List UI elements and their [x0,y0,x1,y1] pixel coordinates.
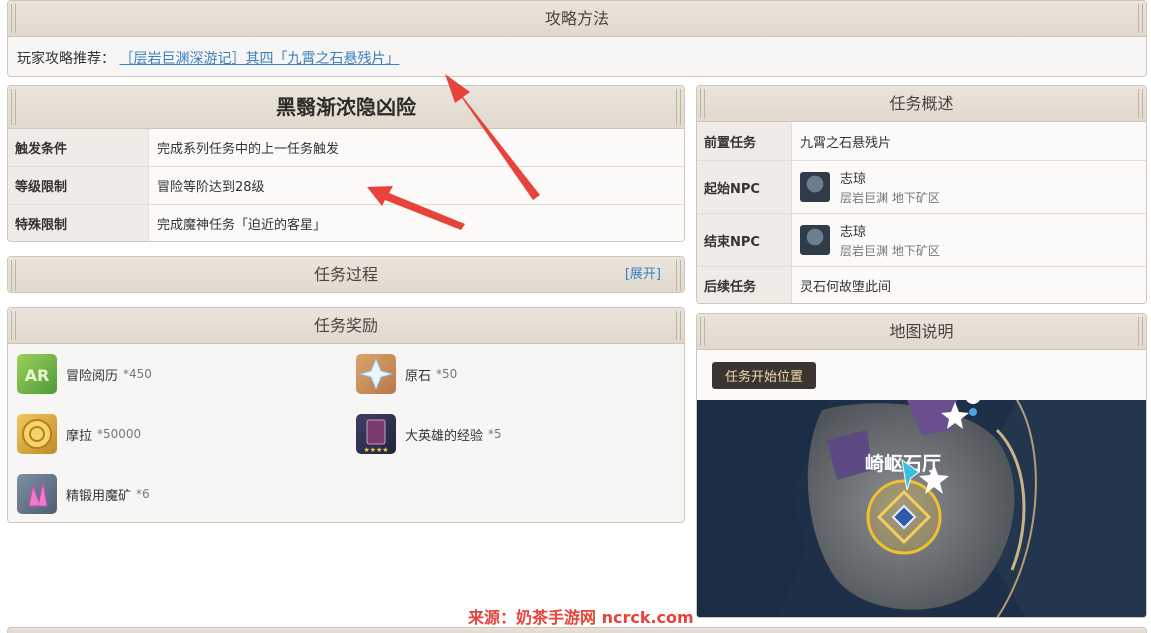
reward-item[interactable]: 原石 *50 [356,354,457,394]
reward-item[interactable]: 摩拉 *50000 [17,414,141,454]
reward-item[interactable]: AR 冒险阅历 *450 [17,354,152,394]
overview-row-start-npc: 起始NPC 志琼 层岩巨渊 地下矿区 [697,161,1146,214]
strategy-prefix: 玩家攻略推荐： [17,51,115,67]
special-value: 完成魔神任务「迫近的客星」 [149,205,684,241]
expand-link[interactable]: [展开] [625,257,661,292]
overview-title: 任务概述 [889,94,954,113]
start-location-button[interactable]: 任务开始位置 [712,362,817,389]
quest-row-level: 等级限制 冒险等阶达到28级 [8,167,684,205]
quest-info-panel: 黑翳渐浓隐凶险 触发条件 完成系列任务中的上一任务触发 等级限制 冒险等阶达到2… [7,85,685,242]
trigger-value: 完成系列任务中的上一任务触发 [149,129,684,166]
next-quest-value[interactable]: 灵石何故堕此间 [792,267,1146,303]
map-canvas: 崎岖石厅 [697,400,1146,617]
strategy-body: 玩家攻略推荐： ［层岩巨渊深游记］其四「九霄之石悬残片」 [8,37,1146,68]
strategy-panel: 攻略方法 玩家攻略推荐： ［层岩巨渊深游记］其四「九霄之石悬残片」 [7,0,1147,77]
reward-count: *450 [123,367,152,381]
mora-icon [17,414,57,454]
reward-count: *50 [436,367,458,381]
end-npc[interactable]: 志琼 层岩巨渊 地下矿区 [792,214,1146,266]
map-header: 地图说明 [697,314,1146,350]
strategy-link[interactable]: ［层岩巨渊深游记］其四「九霄之石悬残片」 [119,51,399,67]
heros-wit-icon: ★★★★ [356,414,396,454]
primogem-icon [356,354,396,394]
quest-row-special: 特殊限制 完成魔神任务「迫近的客星」 [8,205,684,241]
map-view[interactable]: 崎岖石厅 [697,400,1146,617]
rewards-header: 任务奖励 [8,308,684,344]
prev-quest-label: 前置任务 [697,122,792,160]
end-npc-label: 结束NPC [697,214,792,266]
quest-row-trigger: 触发条件 完成系列任务中的上一任务触发 [8,129,684,167]
strategy-header: 攻略方法 [8,1,1146,37]
process-header: 任务过程 [展开] [8,257,684,292]
map-toolbar: 任务开始位置 [697,350,1146,400]
quest-name: 黑翳渐浓隐凶险 [276,95,416,119]
trigger-label: 触发条件 [8,129,149,166]
process-panel: 任务过程 [展开] [7,256,685,293]
rewards-panel: 任务奖励 AR 冒险阅历 *450 原石 *50 摩拉 *50000 ★★★★ … [7,307,685,523]
svg-text:AR: AR [25,366,50,385]
svg-text:★★★★: ★★★★ [363,446,388,454]
rewards-title: 任务奖励 [313,316,378,335]
overview-row-prev: 前置任务 九霄之石悬残片 [697,122,1146,161]
overview-header: 任务概述 [697,86,1146,122]
reward-count: *6 [136,487,150,501]
reward-name: 精锻用魔矿 [66,488,132,504]
reward-name: 摩拉 [66,428,93,444]
special-label: 特殊限制 [8,205,149,241]
next-quest-label: 后续任务 [697,267,792,303]
npc-avatar [800,172,830,202]
reward-name: 原石 [405,368,432,384]
reward-item[interactable]: ★★★★ 大英雄的经验 *5 [356,414,502,454]
npc-avatar [800,225,830,255]
quest-name-header: 黑翳渐浓隐凶险 [8,86,684,129]
map-title: 地图说明 [889,322,954,341]
reward-count: *5 [488,427,502,441]
strategy-title: 攻略方法 [544,9,609,28]
adventure-exp-icon: AR [17,354,57,394]
process-title: 任务过程 [313,265,378,284]
prev-quest-value[interactable]: 九霄之石悬残片 [792,122,1146,160]
start-npc-location: 层岩巨渊 地下矿区 [840,191,940,205]
map-panel: 地图说明 任务开始位置 崎岖石厅 [696,313,1147,618]
start-npc-label: 起始NPC [697,161,792,213]
end-npc-location: 层岩巨渊 地下矿区 [840,244,940,258]
next-panel-edge [7,627,1147,633]
overview-row-next: 后续任务 灵石何故堕此间 [697,267,1146,303]
reward-item[interactable]: 精锻用魔矿 *6 [17,474,150,514]
end-npc-name: 志琼 [840,225,867,240]
reward-name: 大英雄的经验 [405,428,484,444]
watermark: 来源：奶茶手游网 ncrck.com [468,608,694,627]
reward-name: 冒险阅历 [66,368,119,384]
start-npc[interactable]: 志琼 层岩巨渊 地下矿区 [792,161,1146,213]
start-npc-name: 志琼 [840,172,867,187]
reward-count: *50000 [97,427,142,441]
overview-panel: 任务概述 前置任务 九霄之石悬残片 起始NPC 志琼 层岩巨渊 地下矿区 结束N… [696,85,1147,304]
level-label: 等级限制 [8,167,149,204]
enhancement-ore-icon [17,474,57,514]
level-value: 冒险等阶达到28级 [149,167,684,204]
overview-row-end-npc: 结束NPC 志琼 层岩巨渊 地下矿区 [697,214,1146,267]
